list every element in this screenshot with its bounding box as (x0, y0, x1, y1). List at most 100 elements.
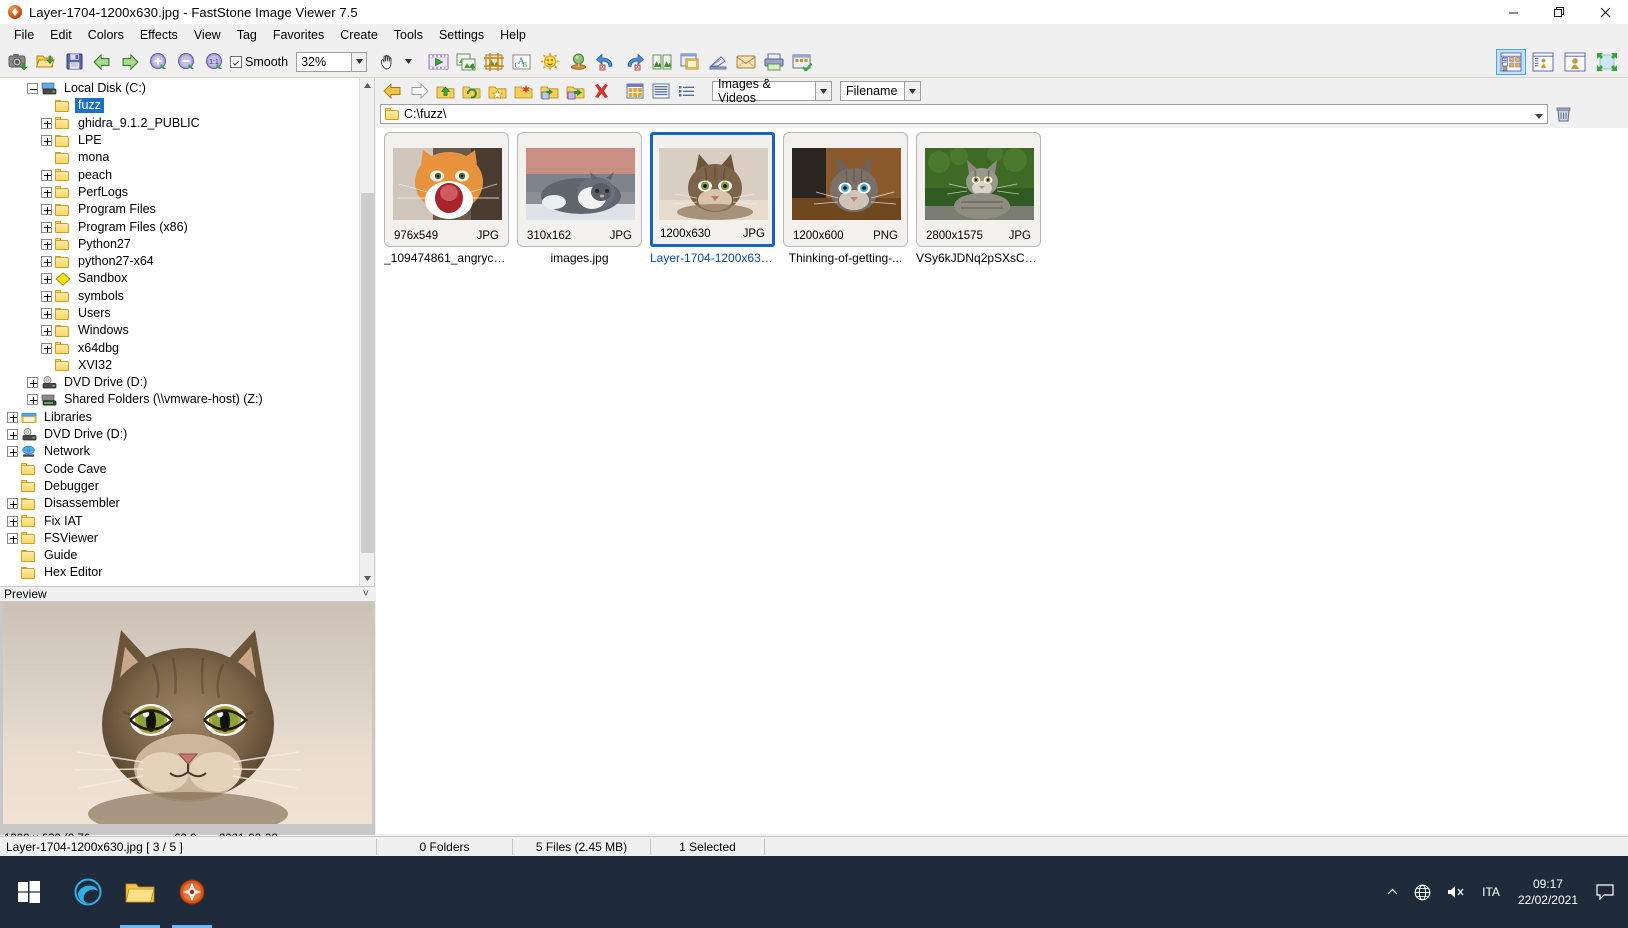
delete-history-icon[interactable] (1552, 104, 1574, 124)
address-bar[interactable]: C:\fuzz\ (380, 104, 1548, 124)
undo-icon[interactable]: 90 (592, 49, 620, 75)
crop-icon[interactable] (480, 49, 508, 75)
menu-tools[interactable]: Tools (386, 25, 431, 45)
file-filter-combo[interactable]: Images & Videos (712, 77, 832, 105)
thumbnail-frame[interactable]: 976x549 JPG (384, 132, 509, 247)
wallpaper-icon[interactable] (676, 49, 704, 75)
taskbar-clock[interactable]: 09:17 22/02/2021 (1508, 876, 1588, 908)
tree-item-symbols[interactable]: symbols (0, 288, 358, 305)
new-folder-icon[interactable] (510, 79, 536, 103)
thumbnail-grid[interactable]: 976x549 JPG _109474861_angrycat... 310x1… (376, 128, 1628, 834)
menu-settings[interactable]: Settings (431, 25, 492, 45)
tree-item-peach[interactable]: peach (0, 166, 358, 183)
menu-effects[interactable]: Effects (132, 25, 186, 45)
thumbnail-frame[interactable]: 1200x600 PNG (783, 132, 908, 247)
tree-item-perflogs[interactable]: PerfLogs (0, 184, 358, 201)
expand-toggle-icon[interactable] (7, 429, 18, 441)
file-explorer-icon[interactable] (114, 856, 166, 928)
menu-edit[interactable]: Edit (42, 25, 80, 45)
scrollbar-thumb[interactable] (361, 193, 374, 553)
sort-combo[interactable]: Filename (840, 81, 921, 101)
faststone-taskbar-icon[interactable] (166, 856, 218, 928)
tree-item-network[interactable]: Network (0, 443, 358, 460)
network-globe-icon[interactable] (1406, 884, 1439, 901)
tree-item-program-files[interactable]: Program Files (0, 201, 358, 218)
adjust-colors-icon[interactable] (564, 49, 592, 75)
tree-item-x64dbg[interactable]: x64dbg (0, 339, 358, 356)
menu-colors[interactable]: Colors (80, 25, 132, 45)
view-list-icon[interactable] (648, 79, 674, 103)
view-mode-thumbnails[interactable] (1496, 49, 1526, 75)
tree-item-code-cave[interactable]: Code Cave (0, 461, 358, 478)
zoom-out-icon[interactable] (172, 49, 200, 75)
tree-item-ghidra[interactable]: ghidra_9.1.2_PUBLIC (0, 115, 358, 132)
menu-view[interactable]: View (186, 25, 229, 45)
sort-value[interactable]: Filename (840, 81, 904, 101)
expand-toggle-icon[interactable] (41, 256, 52, 268)
actual-size-icon[interactable]: 1:1 (200, 49, 228, 75)
file-tile[interactable]: 2800x1575 JPG VSy6kJDNq2pSXsCzb... (916, 132, 1041, 265)
hand-dropdown-icon[interactable] (401, 49, 415, 75)
redo-icon[interactable]: 90 (620, 49, 648, 75)
notification-icon[interactable] (1588, 884, 1628, 900)
volume-muted-icon[interactable] (1439, 884, 1474, 900)
save-icon[interactable] (60, 49, 88, 75)
thumbnail-frame[interactable]: 310x162 JPG (517, 132, 642, 247)
tree-item-python27-x64[interactable]: python27-x64 (0, 253, 358, 270)
tree-item-lpe[interactable]: LPE (0, 132, 358, 149)
delete-icon[interactable] (588, 79, 614, 103)
scroll-down-icon[interactable] (360, 571, 374, 586)
copy-to-folder-icon[interactable] (536, 79, 562, 103)
tree-item-libraries[interactable]: Libraries (0, 409, 358, 426)
smooth-checkbox[interactable]: Smooth (230, 55, 288, 69)
scroll-up-icon[interactable] (360, 78, 374, 93)
forward-icon[interactable] (406, 79, 432, 103)
maximize-button[interactable] (1536, 0, 1582, 24)
tree-item-local-disk-c[interactable]: Local Disk (C:) (0, 80, 358, 97)
chevron-down-icon[interactable] (1535, 108, 1543, 122)
thumbnail-frame[interactable]: 1200x630 JPG (650, 132, 775, 247)
open-camera-icon[interactable] (4, 49, 32, 75)
close-button[interactable] (1582, 0, 1628, 24)
language-indicator[interactable]: ITA (1474, 885, 1508, 899)
scanner-icon[interactable] (704, 49, 732, 75)
expand-toggle-icon[interactable] (41, 325, 52, 337)
file-filter-value[interactable]: Images & Videos (712, 77, 815, 105)
tree-item-sandbox[interactable]: Sandbox (0, 270, 358, 287)
tree-item-program-files-x86[interactable]: Program Files (x86) (0, 218, 358, 235)
adjust-lighting-icon[interactable] (536, 49, 564, 75)
open-folder-icon[interactable] (32, 49, 60, 75)
expand-toggle-icon[interactable] (41, 117, 52, 129)
expand-toggle-icon[interactable] (41, 169, 52, 181)
tree-item-disassembler[interactable]: Disassembler (0, 495, 358, 512)
tree-item-users[interactable]: Users (0, 305, 358, 322)
thumbnail-frame[interactable]: 2800x1575 JPG (916, 132, 1041, 247)
expand-toggle-icon[interactable] (7, 411, 18, 423)
minimize-button[interactable] (1490, 0, 1536, 24)
tree-item-hex-editor[interactable]: Hex Editor (0, 564, 358, 581)
rotate-icon[interactable] (648, 49, 676, 75)
tree-item-debugger[interactable]: Debugger (0, 478, 358, 495)
expand-toggle-icon[interactable] (7, 515, 18, 527)
edge-icon[interactable] (62, 856, 114, 928)
expand-toggle-icon[interactable] (7, 498, 18, 510)
view-mode-fullscreen[interactable] (1592, 49, 1622, 75)
expand-toggle-icon[interactable] (41, 221, 52, 233)
compare-icon[interactable] (452, 49, 480, 75)
expand-toggle-icon[interactable] (7, 446, 18, 458)
view-mode-details[interactable] (1528, 49, 1558, 75)
chevron-up-icon[interactable] (1379, 888, 1406, 896)
zoom-level-combo[interactable]: 32% (296, 51, 368, 72)
tree-item-fuzz[interactable]: fuzz (0, 97, 358, 114)
print-icon[interactable] (760, 49, 788, 75)
tree-item-dvd-drive-d[interactable]: DVD Drive (D:) (0, 374, 358, 391)
previous-icon[interactable] (88, 49, 116, 75)
resize-icon[interactable]: A B C (508, 49, 536, 75)
email-icon[interactable] (732, 49, 760, 75)
tree-item-shared-folders[interactable]: Shared Folders (\\vmware-host) (Z:) (0, 391, 358, 408)
expand-toggle-icon[interactable] (41, 204, 52, 216)
folder-tree-panel[interactable]: Local Disk (C:) fuzz ghidra_9.1.2_PUBLIC (0, 78, 375, 586)
expand-toggle-icon[interactable] (41, 273, 52, 285)
back-icon[interactable] (380, 79, 406, 103)
expand-toggle-icon[interactable] (41, 342, 52, 354)
